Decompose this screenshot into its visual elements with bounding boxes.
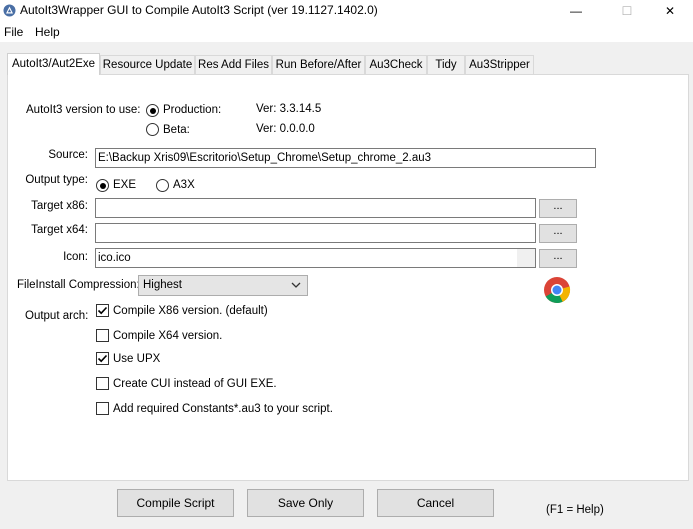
- source-label: Source:: [48, 149, 88, 161]
- target-x86-browse-button[interactable]: ...: [539, 199, 577, 218]
- window-title: AutoIt3Wrapper GUI to Compile AutoIt3 Sc…: [20, 3, 378, 17]
- production-version: Ver: 3.3.14.5: [256, 103, 322, 115]
- use-upx-checkbox[interactable]: [96, 352, 109, 365]
- production-label: Production:: [163, 104, 222, 116]
- compression-selected-value: Highest: [143, 279, 182, 291]
- autoit-app-icon: [3, 4, 16, 17]
- source-input[interactable]: E:\Backup Xris09\Escritorio\Setup_Chrome…: [95, 148, 596, 168]
- close-button[interactable]: ✕: [647, 0, 693, 22]
- autoit-version-label: AutoIt3 version to use:: [26, 104, 141, 116]
- a3x-radio[interactable]: [156, 179, 169, 192]
- a3x-label: A3X: [173, 179, 195, 191]
- minimize-button[interactable]: —: [553, 0, 599, 22]
- icon-browse-button[interactable]: ...: [539, 249, 577, 268]
- add-constants-checkbox[interactable]: [96, 402, 109, 415]
- menu-bar: [0, 22, 693, 42]
- tab-run-before-after[interactable]: Run Before/After: [272, 55, 365, 74]
- compile-x64-checkbox[interactable]: [96, 329, 109, 342]
- maximize-button[interactable]: ☐: [604, 0, 650, 22]
- tab-autoit3-aut2exe[interactable]: AutoIt3/Aut2Exe: [7, 53, 100, 75]
- tab-au3stripper[interactable]: Au3Stripper: [465, 55, 534, 74]
- compile-script-button[interactable]: Compile Script: [117, 489, 234, 517]
- output-type-label: Output type:: [25, 174, 88, 186]
- compile-x86-label: Compile X86 version. (default): [113, 305, 268, 317]
- beta-radio[interactable]: [146, 123, 159, 136]
- checkmark-icon: [97, 306, 108, 315]
- create-cui-label: Create CUI instead of GUI EXE.: [113, 378, 277, 390]
- target-x64-browse-button[interactable]: ...: [539, 224, 577, 243]
- tab-panel: [7, 74, 689, 481]
- production-radio[interactable]: [146, 104, 159, 117]
- target-x86-input[interactable]: [95, 198, 536, 218]
- tab-res-add-files[interactable]: Res Add Files: [195, 55, 272, 74]
- compile-x86-checkbox[interactable]: [96, 304, 109, 317]
- help-hint: (F1 = Help): [546, 504, 604, 516]
- output-arch-label: Output arch:: [25, 310, 89, 322]
- icon-input-scroll-area: [517, 249, 535, 267]
- tab-au3check[interactable]: Au3Check: [365, 55, 427, 74]
- menu-file[interactable]: File: [4, 25, 23, 39]
- menu-help[interactable]: Help: [35, 25, 60, 39]
- tab-tidy[interactable]: Tidy: [427, 55, 465, 74]
- exe-radio[interactable]: [96, 179, 109, 192]
- checkmark-icon: [97, 354, 108, 363]
- use-upx-label: Use UPX: [113, 353, 161, 365]
- exe-label: EXE: [113, 179, 137, 191]
- tab-resource-update[interactable]: Resource Update: [100, 55, 195, 74]
- target-x86-label: Target x86:: [31, 200, 88, 212]
- chrome-icon: [543, 276, 571, 304]
- compression-select[interactable]: Highest: [138, 275, 308, 296]
- compression-label: FileInstall Compression:: [17, 279, 140, 291]
- icon-input[interactable]: ico.ico: [95, 248, 536, 268]
- compile-x64-label: Compile X64 version.: [113, 330, 223, 342]
- beta-label: Beta:: [163, 124, 190, 136]
- save-only-button[interactable]: Save Only: [247, 489, 364, 517]
- icon-label: Icon:: [63, 251, 88, 263]
- create-cui-checkbox[interactable]: [96, 377, 109, 390]
- target-x64-input[interactable]: [95, 223, 536, 243]
- add-constants-label: Add required Constants*.au3 to your scri…: [113, 403, 333, 415]
- chevron-down-icon: [291, 282, 301, 288]
- beta-version: Ver: 0.0.0.0: [256, 123, 315, 135]
- target-x64-label: Target x64:: [31, 224, 88, 236]
- cancel-button[interactable]: Cancel: [377, 489, 494, 517]
